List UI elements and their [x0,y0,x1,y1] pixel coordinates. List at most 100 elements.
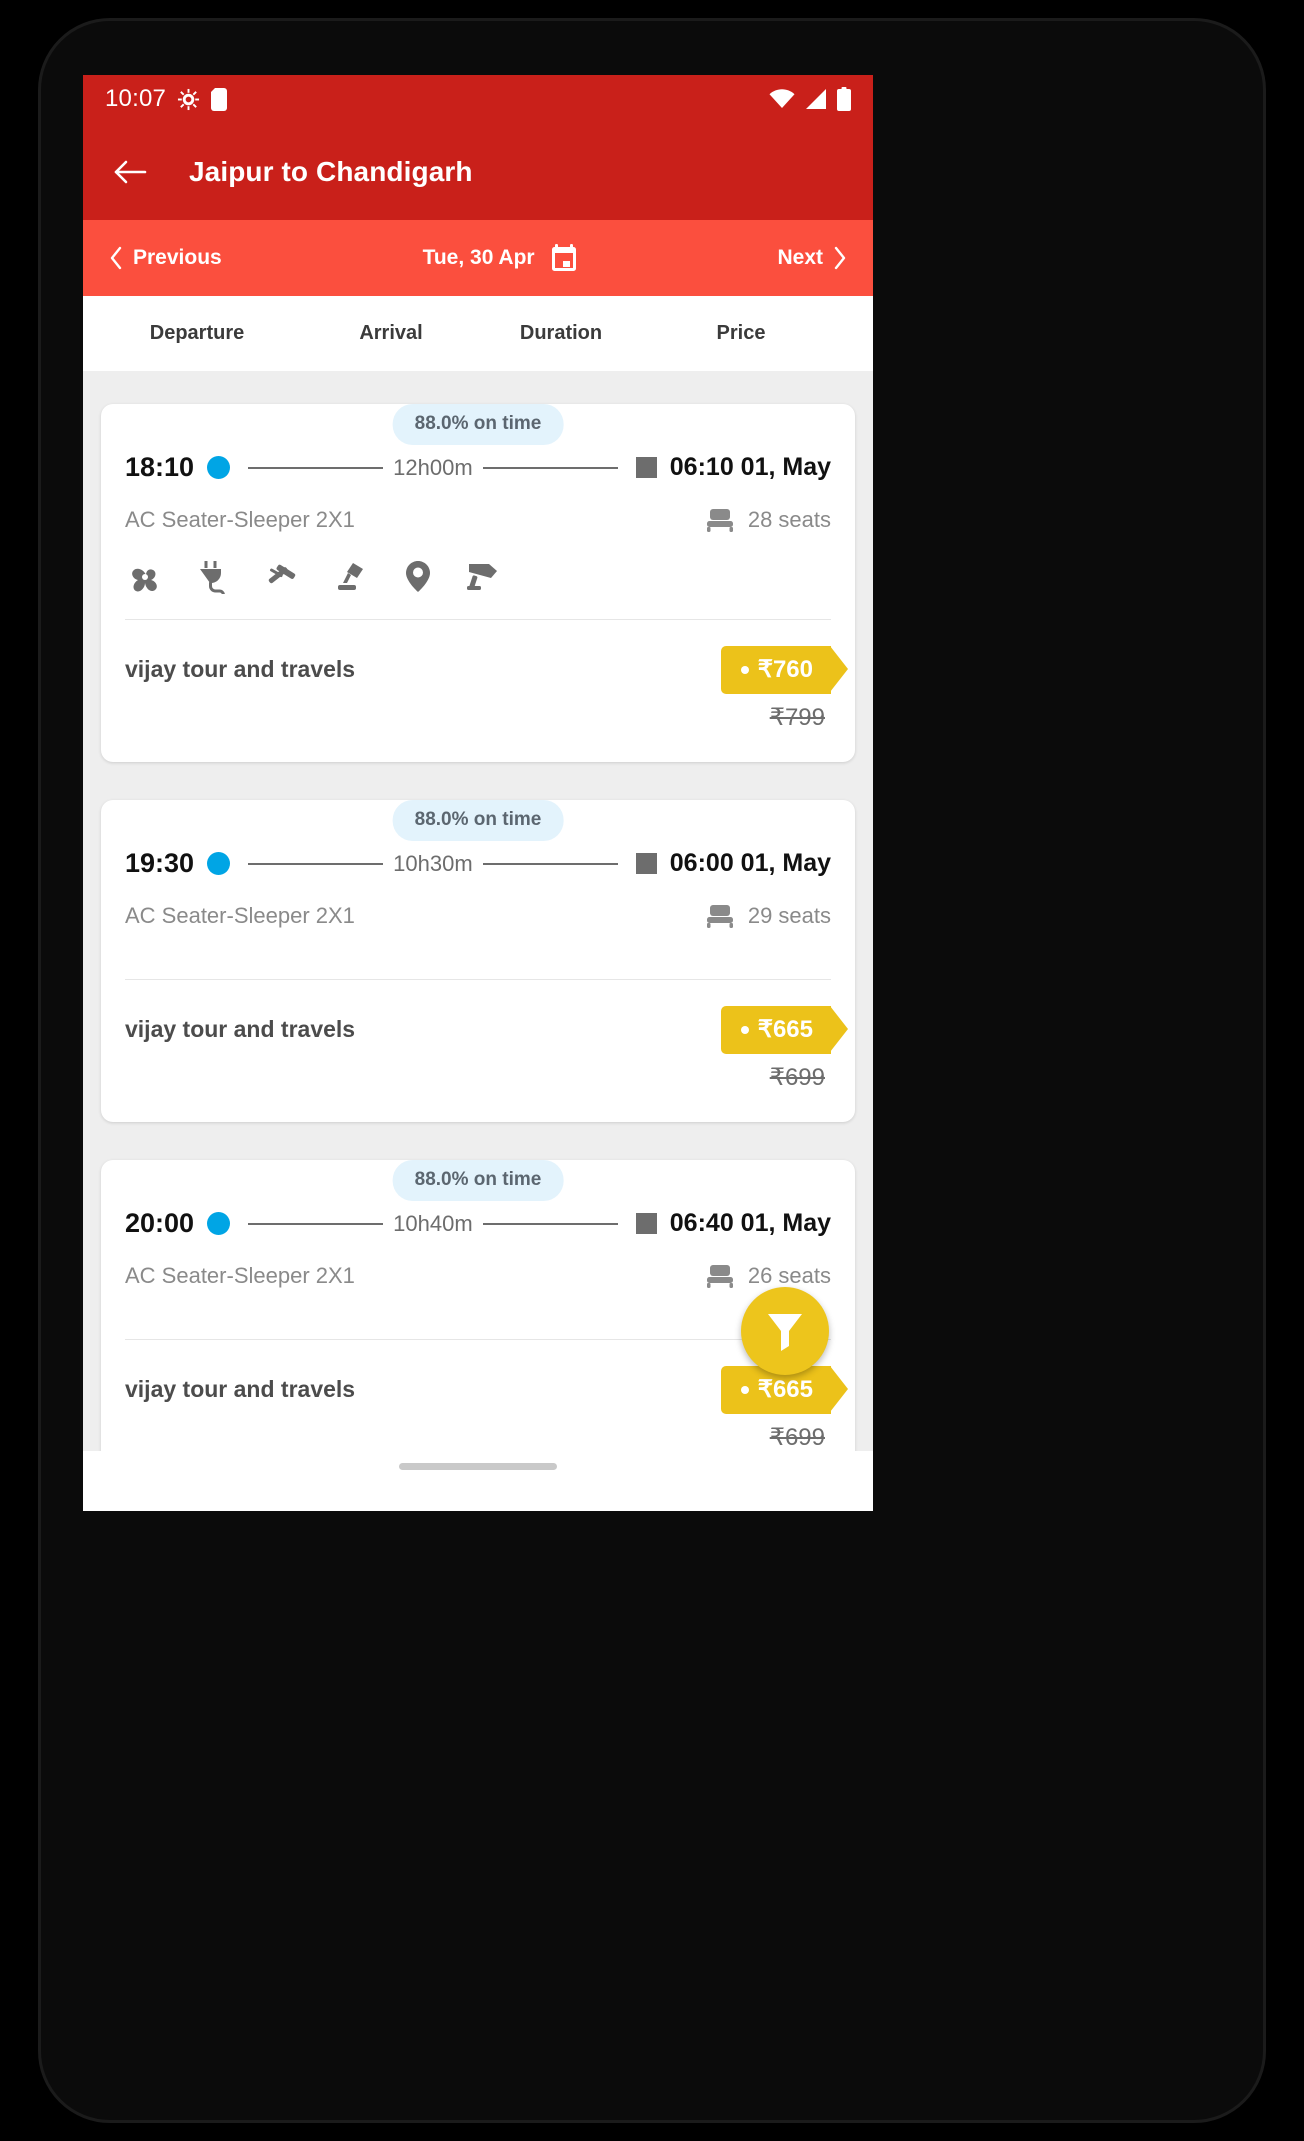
date-picker-button[interactable]: Tue, 30 Apr [423,244,577,272]
arrival-group: 06:10 01, May [635,453,831,482]
current-price: ₹665 [757,1016,813,1043]
amenities-spacer [125,933,831,975]
duration-group: 10h40m [230,1211,636,1237]
bus-card[interactable]: 20:00 10h40m 06:40 01, May AC Seater-Sle… [101,1160,855,1451]
on-time-badge: 88.0% on time [392,1160,564,1201]
price-group: ₹665 ₹699 [720,1366,849,1451]
duration-line-right [482,1222,618,1225]
tag-hole-icon [740,1025,749,1034]
cctv-icon [465,560,503,594]
seats-group: 29 seats [706,903,831,929]
price-group: ₹665 ₹699 [720,1006,849,1092]
departure-dot-icon [207,1212,231,1235]
seat-icon [706,903,734,929]
bus-type-row: AC Seater-Sleeper 2X1 29 seats [125,885,831,933]
discount-price-tag[interactable]: ₹665 [720,1006,849,1054]
departure-time: 19:30 [125,848,195,878]
app-screen: 10:07 Jaipur to Chandigarh Previous Tue,… [83,75,873,1451]
bus-card[interactable]: 19:30 10h30m 06:00 01, May AC Seater-Sle… [101,800,855,1122]
operator-name: vijay tour and travels [125,1376,356,1402]
live-tracking-icon [403,560,433,594]
departure-time: 18:10 [125,452,195,482]
arrival-time: 06:00 01, May [669,849,831,877]
next-date-button[interactable]: Next [777,246,847,270]
departure-time: 20:00 [125,1208,195,1238]
available-seats: 29 seats [747,903,831,928]
chevron-left-icon [109,246,123,270]
sort-header-row: Departure Arrival Duration Price [83,296,873,371]
sort-by-departure[interactable]: Departure [83,322,311,345]
duration-line-left [248,862,384,865]
current-price: ₹665 [757,1376,813,1403]
arrival-time: 06:40 01, May [669,1209,831,1237]
arrival-group: 06:40 01, May [635,1209,831,1238]
status-bar: 10:07 [83,75,873,123]
seats-group: 26 seats [706,1263,831,1289]
chevron-right-icon [833,246,847,270]
arrival-square-icon [635,457,657,478]
battery-icon [837,87,851,111]
bus-card-wrapper: 88.0% on time 20:00 10h40m 06:40 01, May [101,1160,855,1451]
sort-by-price[interactable]: Price [651,322,831,345]
filter-funnel-icon [764,1309,806,1353]
on-time-badge: 88.0% on time [392,404,564,445]
filter-fab-button[interactable] [741,1287,829,1375]
arrival-time: 06:10 01, May [669,453,831,481]
bus-type-label: AC Seater-Sleeper 2X1 [125,903,355,928]
calendar-icon [551,244,577,272]
status-clock: 10:07 [105,85,167,112]
previous-date-button[interactable]: Previous [109,246,222,270]
discount-price-tag[interactable]: ₹760 [720,646,849,694]
on-time-badge: 88.0% on time [392,800,564,841]
departure-dot-icon [207,456,231,479]
seat-icon [706,507,734,533]
duration-group: 10h30m [230,851,636,877]
bus-results-list[interactable]: 88.0% on time 18:10 12h00m 06:10 01, May [83,371,873,1451]
android-debug-icon [177,88,200,111]
operator-price-row: vijay tour and travels ₹665 ₹699 [125,1340,849,1451]
original-price: ₹799 [769,704,825,731]
operator-price-row: vijay tour and travels ₹665 ₹699 [125,980,849,1122]
sort-by-arrival[interactable]: Arrival [311,322,471,345]
duration-line-right [482,466,618,469]
selected-date-label: Tue, 30 Apr [422,246,535,269]
sd-card-icon [211,87,228,111]
original-price: ₹699 [769,1424,825,1451]
home-indicator[interactable] [399,1463,557,1470]
tag-hole-icon [740,665,749,674]
duration-text: 10h30m [393,850,473,876]
duration-line-left [248,466,384,469]
hammer-icon [265,560,303,594]
bus-card[interactable]: 18:10 12h00m 06:10 01, May AC Seater-Sle… [101,404,855,762]
operator-name: vijay tour and travels [125,656,356,682]
available-seats: 28 seats [747,507,831,532]
bus-type-label: AC Seater-Sleeper 2X1 [125,1263,355,1288]
bus-card-wrapper: 88.0% on time 18:10 12h00m 06:10 01, May [101,404,855,762]
fan-icon [127,560,165,594]
operator-name: vijay tour and travels [125,1016,356,1042]
status-bar-left: 10:07 [105,85,228,113]
signal-icon [804,89,828,109]
sort-by-duration[interactable]: Duration [471,322,651,345]
home-indicator-area [83,1451,873,1511]
duration-group: 12h00m [230,455,636,481]
duration-line-right [482,862,618,865]
price-group: ₹760 ₹799 [720,646,849,732]
duration-text: 12h00m [393,454,473,480]
charging-point-icon [197,560,233,594]
bus-card-wrapper: 88.0% on time 19:30 10h30m 06:00 01, May [101,800,855,1122]
arrival-group: 06:00 01, May [635,849,831,878]
duration-line-left [248,1222,384,1225]
operator-price-row: vijay tour and travels ₹760 ₹799 [125,620,849,762]
previous-date-label: Previous [133,246,222,269]
date-navigation-bar: Previous Tue, 30 Apr Next [83,220,873,296]
bus-type-row: AC Seater-Sleeper 2X1 26 seats [125,1245,831,1293]
next-date-label: Next [777,246,823,269]
current-price: ₹760 [757,656,813,683]
seats-group: 28 seats [706,507,831,533]
available-seats: 26 seats [747,1263,831,1288]
page-title: Jaipur to Chandigarh [189,155,473,187]
amenities-row [125,537,831,615]
duration-text: 10h40m [393,1210,473,1236]
back-arrow-icon[interactable] [113,155,147,189]
